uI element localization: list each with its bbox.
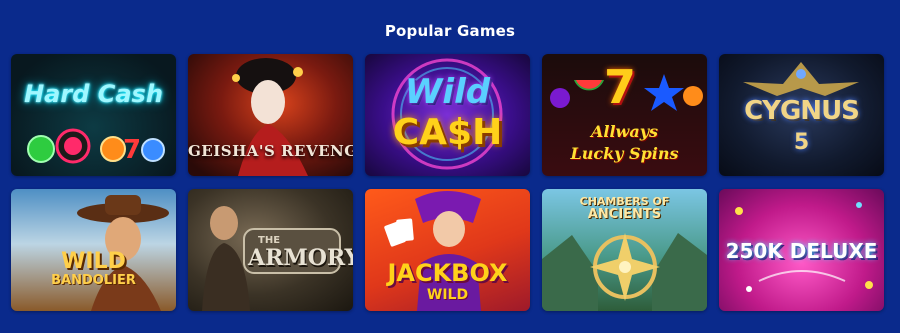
game-tile-250k-deluxe[interactable]: 250K DELUXE [719,189,884,311]
game-tile-the-armory[interactable]: THE ARMORY [188,189,353,311]
game-title-250k-deluxe: 250K DELUXE [725,239,878,263]
game-title-geishas-revenge: GEISHA'S REVENGE [188,142,353,160]
game-title-wild-bandolier-line1: WILD [61,249,126,274]
game-tile-hard-cash[interactable]: 7 Hard Cash [11,54,176,176]
svg-text:7: 7 [123,135,141,165]
game-tile-wild-cash[interactable]: Wild CA$H [365,54,530,176]
game-tile-jackbox-wild[interactable]: JACKBOX WILD [365,189,530,311]
game-tile-chambers-of-ancients[interactable]: CHAMBERS OF ANCIENTS [542,189,707,311]
game-title-chambers-line2: ANCIENTS [587,207,662,222]
game-tile-geishas-revenge[interactable]: GEISHA'S REVENGE [188,54,353,176]
game-title-cygnus-line2: 5 [793,130,810,155]
game-title-wild-cash-line1: Wild [404,72,491,112]
game-tile-wild-bandolier[interactable]: WILD BANDOLIER [11,189,176,311]
game-title-hard-cash: Hard Cash [24,80,163,108]
game-title-allways-lucky-spins-line2: Lucky Spins [570,144,679,163]
game-title-allways-lucky-spins-line1: Allways [590,122,658,141]
game-title-jackbox-wild-line2: WILD [426,287,469,303]
game-title-wild-cash-line2: CA$H [392,112,503,153]
game-title-jackbox-wild-line1: JACKBOX [387,259,508,287]
game-tile-cygnus-5[interactable]: CYGNUS 5 [719,54,884,176]
lucky-seven-symbol: 7 [604,60,637,114]
game-title-the-armory-line2: ARMORY [248,245,353,271]
section-title: Popular Games [384,22,516,40]
game-title-wild-bandolier-line2: BANDOLIER [51,273,136,288]
hard-cash-artwork: 7 [27,128,165,165]
games-grid: 7 Hard Cash GEISHA'S REVENGE Wild CA$H 7… [11,54,884,311]
game-tile-allways-lucky-spins[interactable]: 7 Allways Lucky Spins [542,54,707,176]
game-title-cygnus-line1: CYGNUS [744,96,860,126]
